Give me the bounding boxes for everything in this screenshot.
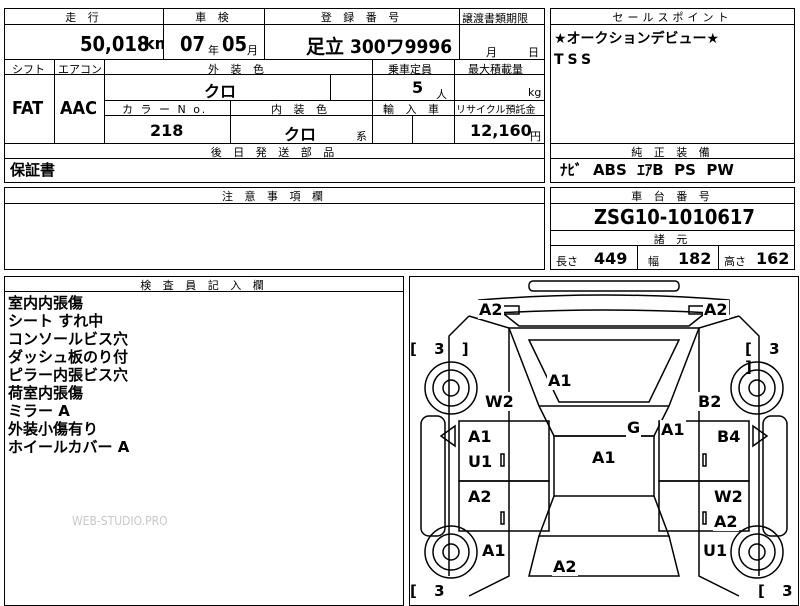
load-label: 最大積載量 <box>468 63 523 76</box>
registration-label: 登 録 番 号 <box>320 11 404 24</box>
height-label: 高さ <box>724 255 746 268</box>
exterior-value: クロ <box>204 82 237 101</box>
mark-right-front-door-b: B4 <box>716 427 742 446</box>
import-label: 輸 入 車 <box>383 103 443 116</box>
mark-left-rear-fender: A1 <box>481 541 507 560</box>
inspector-note: ダッシュ板のり付 <box>8 348 129 366</box>
mark-left-front-fender: W2 <box>484 392 515 411</box>
inspector-note: 外装小傷有り <box>8 420 99 438</box>
chassis-label: 車 台 番 号 <box>631 190 714 203</box>
inspector-note: シート すれ中 <box>8 312 104 330</box>
mark-right-rear-door-w: W2 <box>713 487 744 506</box>
interior-value: クロ <box>284 125 317 144</box>
watermark: WEB-STUDIO.PRO <box>72 514 168 528</box>
color-no-label: カ ラ ー N o. <box>122 103 208 116</box>
caution-label: 注 意 事 項 欄 <box>222 190 327 203</box>
capacity-value: 5 <box>412 78 424 97</box>
aircon-value: AAC <box>60 98 97 119</box>
mark-rear: A2 <box>552 557 578 576</box>
width-value: 182 <box>678 249 712 268</box>
inspector-notes: 室内内張傷 シート すれ中 コンソールビス穴 ダッシュ板のり付 ピラー内張ビス穴… <box>8 294 129 456</box>
parts-value: 保証書 <box>10 161 56 179</box>
mark-front-right-corner: A2 <box>703 300 729 319</box>
inspection-month-unit: 月 <box>247 44 258 57</box>
odometer-value: 50,018 <box>80 32 150 56</box>
inspector-note: 荷室内張傷 <box>8 384 84 402</box>
recycle-label: リサイクル預託金 <box>456 105 536 116</box>
inspector-note: ホイールカバー A <box>8 438 130 456</box>
inspection-year: 07 <box>180 32 206 56</box>
damage-scale-rear-right: [ 3 <box>758 582 799 600</box>
selling-points-label: セールスポイント <box>612 11 733 24</box>
damage-scale-front-right: [ 3 ] <box>745 340 786 376</box>
shift-value: FAT <box>12 98 44 119</box>
color-no-value: 218 <box>150 121 184 140</box>
transfer-day-unit: 日 <box>528 46 539 59</box>
recycle-value: 12,160 <box>470 121 532 140</box>
damage-scale-rear-left: [ 3 <box>410 582 451 600</box>
mark-left-front-door-u: U1 <box>467 452 494 471</box>
mark-front-left-corner: A2 <box>478 300 504 319</box>
aircon-label: エアコン <box>58 63 102 76</box>
length-label: 長さ <box>556 255 578 268</box>
inspection-month: 05 <box>222 32 248 56</box>
mark-hood: A1 <box>547 371 573 390</box>
mark-right-rear-door-a: A2 <box>713 512 739 531</box>
interior-suffix: 系 <box>356 130 367 143</box>
selling-points-box <box>550 8 795 144</box>
equipment-value: ﾅﾋﾞ ABS ｴｱB PS PW <box>560 161 734 179</box>
mark-left-front-door-a: A1 <box>467 427 493 446</box>
inspector-note: 室内内張傷 <box>8 294 84 312</box>
length-value: 449 <box>594 249 628 268</box>
width-label: 幅 <box>648 255 659 268</box>
interior-label: 内 装 色 <box>271 103 331 116</box>
mark-roof-g: G <box>626 418 642 437</box>
exterior-label: 外 装 色 <box>208 63 268 76</box>
mark-left-rear-door: A2 <box>467 487 493 506</box>
inspection-year-unit: 年 <box>208 44 219 57</box>
capacity-label: 乗車定員 <box>388 63 432 76</box>
transfer-month-unit: 月 <box>486 46 497 59</box>
height-value: 162 <box>756 249 790 268</box>
mark-windshield-a: A1 <box>591 448 617 467</box>
capacity-unit: 人 <box>436 88 447 101</box>
inspection-label: 車 検 <box>195 11 233 24</box>
mark-right-front-fender: B2 <box>697 392 723 411</box>
chassis-value: ZSG10-1010617 <box>594 205 755 229</box>
damage-scale-front-left: [ 3 ] <box>410 340 475 358</box>
load-unit: kg <box>528 86 542 99</box>
inspector-note: ピラー内張ビス穴 <box>8 366 129 384</box>
inspector-note: コンソールビス穴 <box>8 330 129 348</box>
shift-label: シフト <box>12 63 45 76</box>
inspector-note: ミラー A <box>8 402 70 420</box>
mark-right-rear-fender: U1 <box>702 541 729 560</box>
recycle-unit: 円 <box>530 130 541 143</box>
selling-point-1: ★オークションデビュー★ <box>554 31 720 47</box>
mark-roof-a: A1 <box>660 420 686 439</box>
selling-point-2: TSS <box>554 52 596 68</box>
odometer-label: 走 行 <box>65 11 103 24</box>
registration-value: 足立 300ワ9996 <box>306 36 453 58</box>
